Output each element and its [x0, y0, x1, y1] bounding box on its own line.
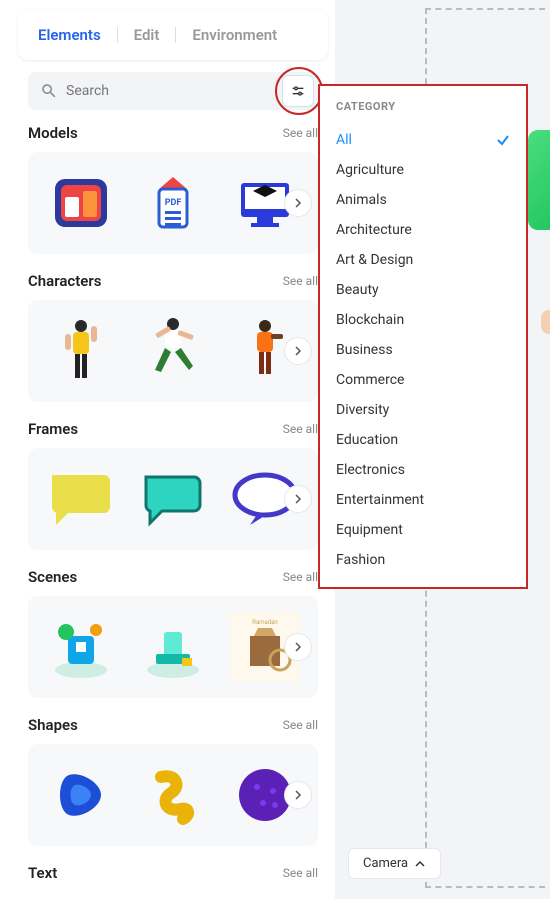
search-bar[interactable] [28, 72, 318, 110]
frames-row [28, 448, 318, 550]
next-button[interactable] [284, 189, 312, 217]
search-wrap [28, 72, 318, 110]
next-button[interactable] [284, 337, 312, 365]
category-item[interactable]: Agriculture [336, 155, 510, 185]
scene-object-green[interactable] [528, 130, 550, 230]
section-title-scenes: Scenes [28, 568, 77, 586]
filter-icon [290, 83, 306, 99]
character-item[interactable] [132, 312, 214, 390]
characters-row [28, 300, 318, 402]
search-input[interactable] [66, 83, 274, 99]
category-item[interactable]: Education [336, 425, 510, 455]
popup-title: CATEGORY [336, 100, 510, 113]
category-item[interactable]: Commerce [336, 365, 510, 395]
scene-item[interactable] [40, 608, 122, 686]
frame-item[interactable] [132, 460, 214, 538]
camera-label: Camera [363, 856, 408, 871]
see-all-text[interactable]: See all [283, 866, 318, 880]
camera-button[interactable]: Camera [348, 848, 441, 879]
section-models: Models See all PDF [28, 124, 318, 254]
category-item[interactable]: Business [336, 335, 510, 365]
shapes-row [28, 744, 318, 846]
section-title-frames: Frames [28, 420, 78, 438]
tab-elements[interactable]: Elements [32, 18, 107, 52]
frame-item[interactable] [40, 460, 122, 538]
see-all-models[interactable]: See all [283, 126, 318, 140]
section-frames: Frames See all [28, 420, 318, 550]
category-item[interactable]: Blockchain [336, 305, 510, 335]
category-item[interactable]: Electronics [336, 455, 510, 485]
section-text: Text See all [28, 864, 318, 882]
chevron-up-icon [414, 858, 426, 870]
panel-tabs: Elements Edit Environment [18, 10, 328, 60]
category-item[interactable]: Art & Design [336, 245, 510, 275]
models-row: PDF [28, 152, 318, 254]
section-shapes: Shapes See all [28, 716, 318, 846]
category-item[interactable]: Equipment [336, 515, 510, 545]
section-characters: Characters See all [28, 272, 318, 402]
category-filter-popup: CATEGORY AllAgricultureAnimalsArchitectu… [318, 84, 528, 589]
tab-environment[interactable]: Environment [186, 18, 283, 52]
tab-divider [175, 27, 176, 43]
see-all-characters[interactable]: See all [283, 274, 318, 288]
section-title-characters: Characters [28, 272, 101, 290]
scene-object-hand[interactable] [541, 310, 550, 334]
search-icon [40, 82, 58, 100]
section-title-shapes: Shapes [28, 716, 78, 734]
category-item[interactable]: Architecture [336, 215, 510, 245]
next-button[interactable] [284, 633, 312, 661]
shape-item[interactable] [40, 756, 122, 834]
svg-text:Ramadan: Ramadan [252, 619, 277, 626]
shape-item[interactable] [132, 756, 214, 834]
section-title-models: Models [28, 124, 78, 142]
see-all-frames[interactable]: See all [283, 422, 318, 436]
category-item[interactable]: Entertainment [336, 485, 510, 515]
svg-text:PDF: PDF [165, 198, 182, 208]
character-item[interactable] [40, 312, 122, 390]
category-item[interactable]: Animals [336, 185, 510, 215]
elements-panel: Elements Edit Environment Models See all… [18, 10, 328, 900]
next-button[interactable] [284, 781, 312, 809]
scenes-row: Ramadan [28, 596, 318, 698]
see-all-scenes[interactable]: See all [283, 570, 318, 584]
scene-item[interactable] [132, 608, 214, 686]
check-icon [496, 133, 510, 147]
category-item[interactable]: All [336, 125, 510, 155]
tab-edit[interactable]: Edit [128, 18, 166, 52]
next-button[interactable] [284, 485, 312, 513]
model-item[interactable]: PDF [132, 164, 214, 242]
category-item[interactable]: Diversity [336, 395, 510, 425]
category-item[interactable]: Beauty [336, 275, 510, 305]
section-scenes: Scenes See all Ramadan [28, 568, 318, 698]
category-item[interactable]: Fashion [336, 545, 510, 575]
model-item[interactable] [40, 164, 122, 242]
see-all-shapes[interactable]: See all [283, 718, 318, 732]
tab-divider [117, 27, 118, 43]
filter-button[interactable] [282, 75, 314, 107]
section-title-text: Text [28, 864, 57, 882]
